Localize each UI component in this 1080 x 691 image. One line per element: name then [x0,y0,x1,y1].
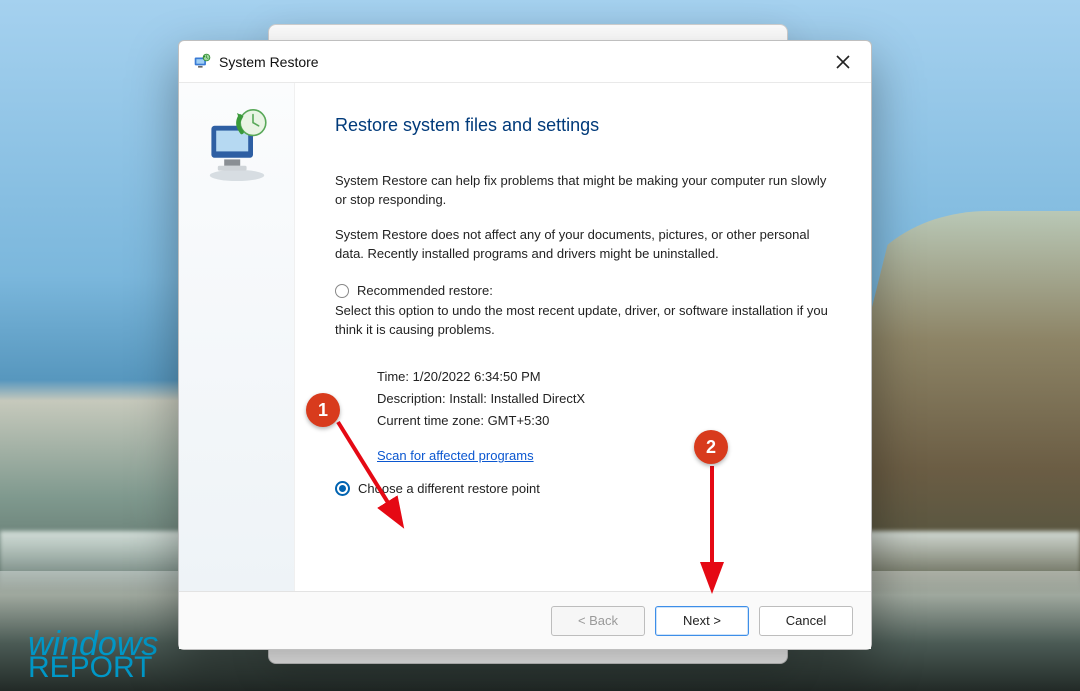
wizard-footer: < Back Next > Cancel [179,591,871,649]
intro-paragraph-2: System Restore does not affect any of yo… [335,226,835,264]
radio-recommended-label: Recommended restore: [357,283,493,298]
radio-unselected-icon [335,284,349,298]
radio-recommended-restore[interactable]: Recommended restore: [335,283,835,298]
detail-timezone: Current time zone: GMT+5:30 [377,410,835,432]
annotation-arrow-1 [328,414,428,544]
wizard-sidebar [179,83,295,591]
watermark: windows REPORT [28,629,158,681]
close-icon [836,55,850,69]
desktop-background: windows REPORT — — — × System Restore [0,0,1080,691]
page-heading: Restore system files and settings [335,115,835,136]
system-restore-icon [193,53,211,71]
watermark-line2: REPORT [28,654,158,681]
annotation-marker-1: 1 [306,393,340,427]
annotation-marker-2: 2 [694,430,728,464]
detail-time: Time: 1/20/2022 6:34:50 PM [377,366,835,388]
titlebar: System Restore [179,41,871,83]
detail-tz-value: GMT+5:30 [488,413,550,428]
window-title: System Restore [219,54,319,70]
annotation-arrow-2 [700,460,730,600]
system-restore-dialog: System Restore [178,40,872,650]
detail-time-label: Time: [377,369,409,384]
detail-description: Description: Install: Installed DirectX [377,388,835,410]
restore-point-details: Time: 1/20/2022 6:34:50 PM Description: … [377,366,835,432]
intro-paragraph-1: System Restore can help fix problems tha… [335,172,835,210]
next-button[interactable]: Next > [655,606,749,636]
detail-time-value: 1/20/2022 6:34:50 PM [413,369,541,384]
restore-illustration-icon [197,105,277,185]
close-button[interactable] [829,48,857,76]
back-button: < Back [551,606,645,636]
cancel-button[interactable]: Cancel [759,606,853,636]
recommended-description: Select this option to undo the most rece… [335,302,835,340]
detail-desc-label: Description: [377,391,446,406]
detail-desc-value: Install: Installed DirectX [449,391,585,406]
